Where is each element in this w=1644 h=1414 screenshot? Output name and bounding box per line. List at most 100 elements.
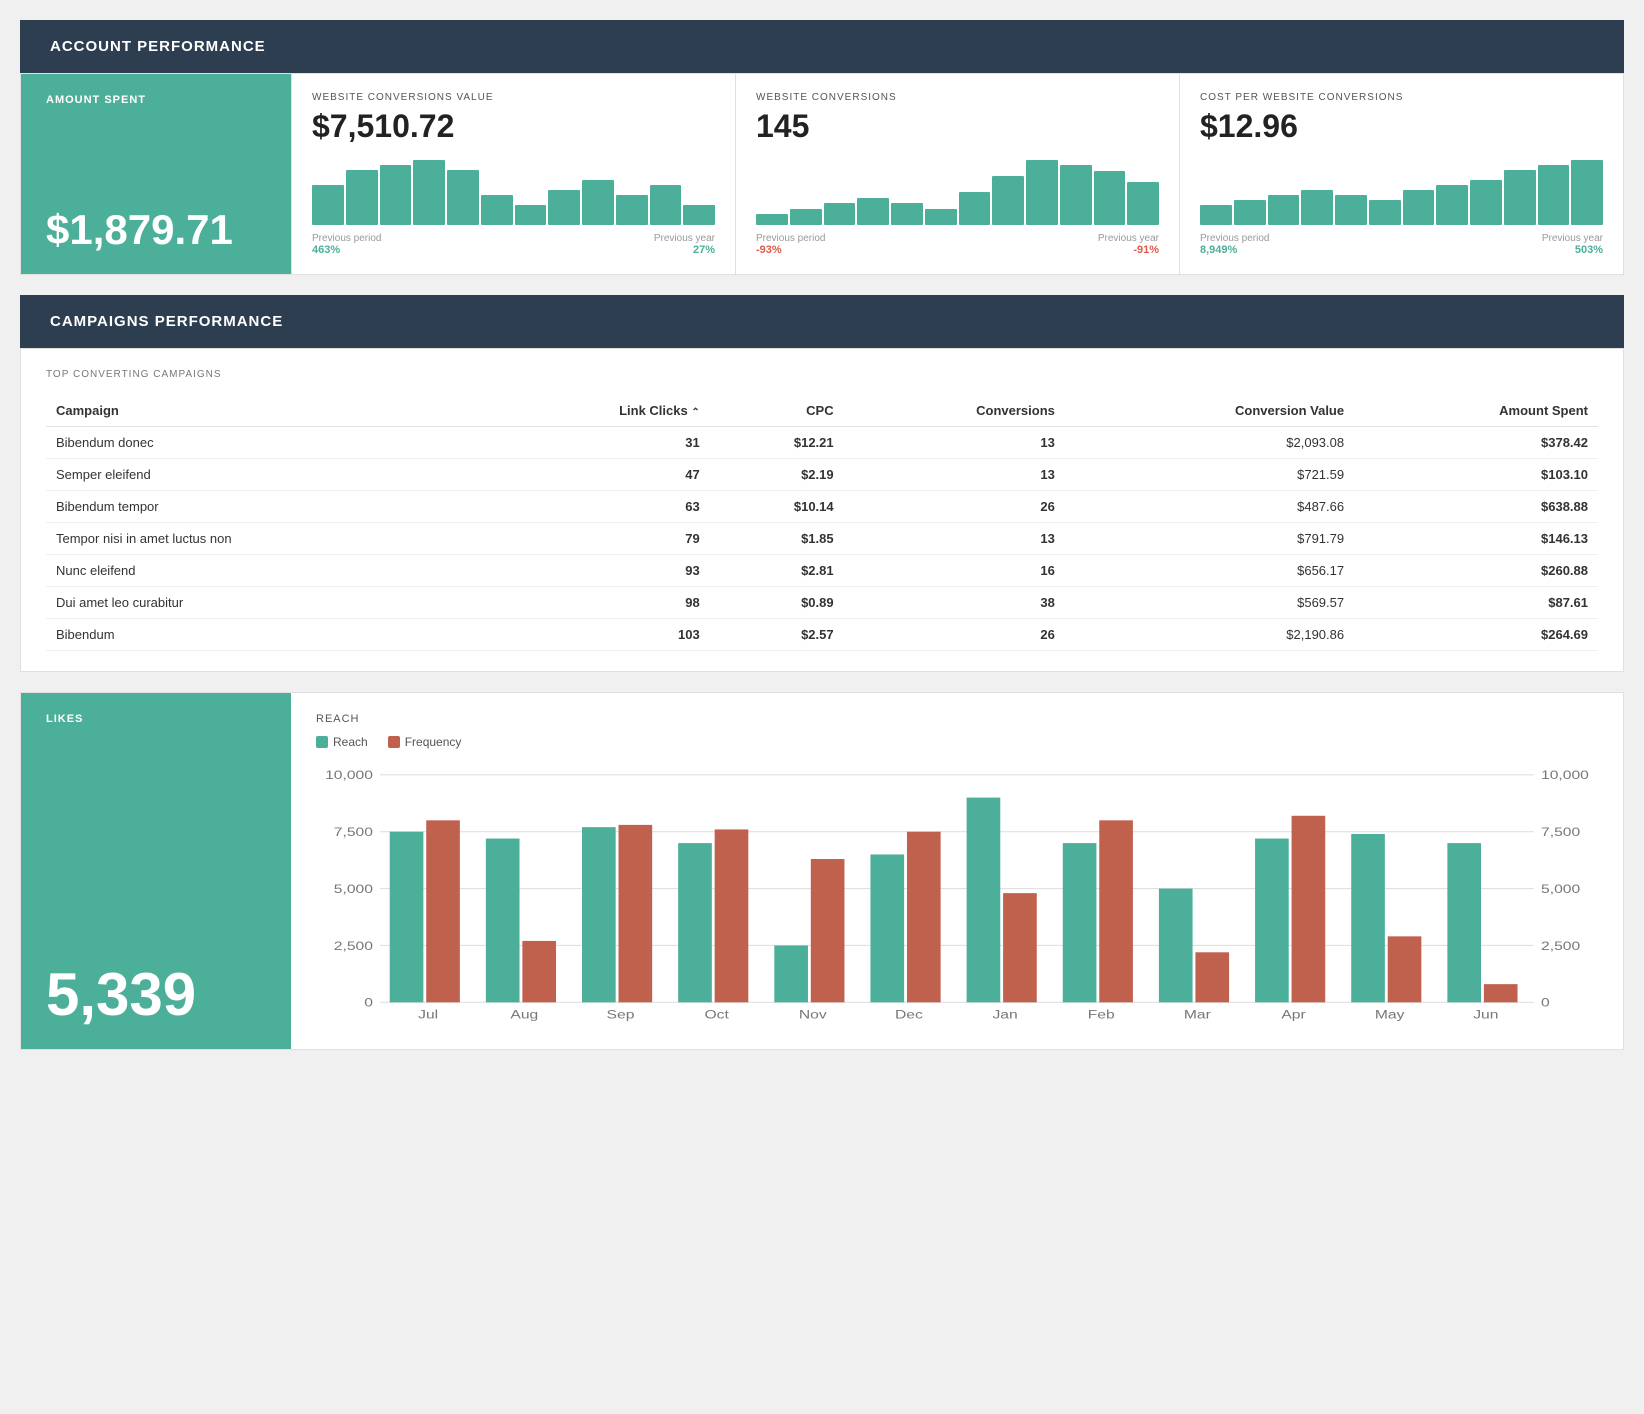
previous-period-label: Previous period [312, 233, 381, 244]
bar [1200, 205, 1232, 225]
bar [683, 205, 715, 225]
amount-spent-label: AMOUNT SPENT [46, 94, 266, 106]
metric-chart [756, 155, 1159, 225]
metric-footer: Previous period 8,949% Previous year 503… [1200, 233, 1603, 256]
previous-period-value: 8,949% [1200, 244, 1269, 256]
previous-year-label: Previous year [1542, 233, 1603, 244]
reach-legend: Reach Frequency [316, 735, 1598, 749]
campaigns-table-container: TOP CONVERTING CAMPAIGNS CampaignLink Cl… [20, 348, 1624, 672]
table-cell: Bibendum donec [46, 427, 484, 459]
table-cell: $2,190.86 [1065, 619, 1354, 651]
table-cell: $2,093.08 [1065, 427, 1354, 459]
reach-legend-label: Reach [333, 735, 368, 749]
table-cell: 103 [484, 619, 709, 651]
bar [447, 170, 479, 225]
metric-title: WEBSITE CONVERSIONS [756, 92, 1159, 103]
table-cell: $721.59 [1065, 459, 1354, 491]
table-cell: 13 [844, 459, 1065, 491]
bar [582, 180, 614, 225]
bar [1026, 160, 1058, 225]
bar [891, 203, 923, 225]
likes-value: 5,339 [46, 960, 266, 1029]
previous-year: Previous year 27% [654, 233, 715, 256]
frequency-legend-label: Frequency [405, 735, 462, 749]
table-cell: 13 [844, 523, 1065, 555]
bottom-row: LIKES 5,339 REACH Reach Frequency 002,50… [20, 692, 1624, 1050]
table-row: Dui amet leo curabitur98$0.8938$569.57$8… [46, 587, 1598, 619]
bar [1301, 190, 1333, 225]
metric-card-2: COST PER WEBSITE CONVERSIONS $12.96 Prev… [1179, 74, 1623, 274]
reach-chart-container: REACH Reach Frequency 002,5002,5005,0005… [291, 693, 1623, 1049]
svg-text:Apr: Apr [1281, 1007, 1306, 1021]
bar [1234, 200, 1266, 225]
table-row: Nunc eleifend93$2.8116$656.17$260.88 [46, 555, 1598, 587]
table-cell: $260.88 [1354, 555, 1598, 587]
previous-year-label: Previous year [654, 233, 715, 244]
table-cell: Bibendum [46, 619, 484, 651]
campaigns-performance-section: CAMPAIGNS PERFORMANCE TOP CONVERTING CAM… [20, 295, 1624, 672]
amount-spent-value: $1,879.71 [46, 206, 266, 254]
svg-text:Nov: Nov [799, 1007, 827, 1021]
svg-text:5,000: 5,000 [1541, 882, 1580, 896]
svg-text:Sep: Sep [607, 1007, 635, 1021]
svg-text:7,500: 7,500 [334, 825, 373, 839]
likes-label: LIKES [46, 713, 266, 725]
bar [1127, 182, 1159, 225]
metric-footer: Previous period 463% Previous year 27% [312, 233, 715, 256]
bar [1436, 185, 1468, 225]
metric-footer: Previous period -93% Previous year -91% [756, 233, 1159, 256]
bar [1369, 200, 1401, 225]
account-performance-header: ACCOUNT PERFORMANCE [20, 20, 1624, 73]
col-header-3: Conversions [844, 395, 1065, 427]
svg-text:Jul: Jul [418, 1007, 438, 1021]
metric-card-1: WEBSITE CONVERSIONS 145 Previous period … [735, 74, 1179, 274]
table-cell: $0.89 [710, 587, 844, 619]
bar [1538, 165, 1570, 225]
table-cell: $1.85 [710, 523, 844, 555]
metric-value: $12.96 [1200, 108, 1603, 145]
previous-year: Previous year -91% [1098, 233, 1159, 256]
metric-cards: WEBSITE CONVERSIONS VALUE $7,510.72 Prev… [291, 74, 1623, 274]
campaigns-performance-header: CAMPAIGNS PERFORMANCE [20, 295, 1624, 348]
table-cell: 31 [484, 427, 709, 459]
bar [1060, 165, 1092, 225]
table-row: Semper eleifend47$2.1913$721.59$103.10 [46, 459, 1598, 491]
previous-period-value: -93% [756, 244, 825, 256]
table-cell: $103.10 [1354, 459, 1598, 491]
bar [650, 185, 682, 225]
col-header-4: Conversion Value [1065, 395, 1354, 427]
bar [1470, 180, 1502, 225]
reach-title: REACH [316, 713, 1598, 725]
table-cell: $2.81 [710, 555, 844, 587]
bar [1571, 160, 1603, 225]
bar [1504, 170, 1536, 225]
table-cell: $656.17 [1065, 555, 1354, 587]
bar [380, 165, 412, 225]
bar [312, 185, 344, 225]
bar [346, 170, 378, 225]
table-cell: $10.14 [710, 491, 844, 523]
metric-chart [312, 155, 715, 225]
svg-text:0: 0 [364, 996, 373, 1010]
bar [1403, 190, 1435, 225]
table-cell: Semper eleifend [46, 459, 484, 491]
metric-chart [1200, 155, 1603, 225]
frequency-legend-item: Frequency [388, 735, 462, 749]
bar [413, 160, 445, 225]
bar [616, 195, 648, 225]
bar [481, 195, 513, 225]
frequency-legend-color [388, 736, 400, 748]
previous-period-value: 463% [312, 244, 381, 256]
table-cell: $264.69 [1354, 619, 1598, 651]
table-cell: $2.19 [710, 459, 844, 491]
table-cell: 26 [844, 619, 1065, 651]
previous-year-label: Previous year [1098, 233, 1159, 244]
bar [1268, 195, 1300, 225]
bottom-section: LIKES 5,339 REACH Reach Frequency 002,50… [20, 692, 1624, 1050]
svg-text:Jun: Jun [1473, 1007, 1498, 1021]
table-row: Bibendum donec31$12.2113$2,093.08$378.42 [46, 427, 1598, 459]
metric-title: WEBSITE CONVERSIONS VALUE [312, 92, 715, 103]
table-cell: $87.61 [1354, 587, 1598, 619]
table-cell: 98 [484, 587, 709, 619]
table-row: Tempor nisi in amet luctus non79$1.8513$… [46, 523, 1598, 555]
